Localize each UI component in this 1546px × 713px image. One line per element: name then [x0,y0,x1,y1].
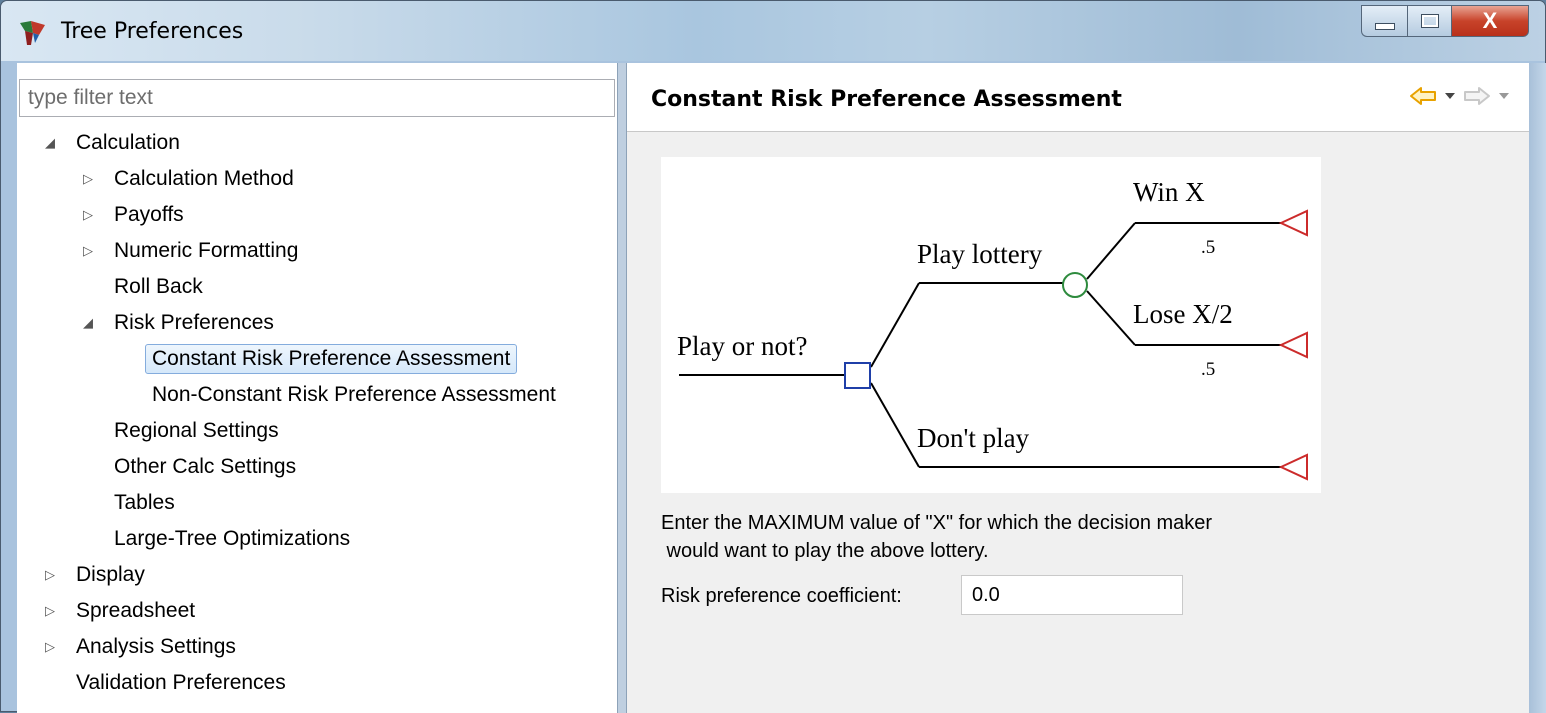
tree-item-label: Risk Preferences [114,311,274,334]
tree-item[interactable]: Tables [77,487,182,519]
forward-arrow-icon [1464,87,1490,105]
tree-item-label: Other Calc Settings [114,455,297,478]
page-navigation [1409,85,1511,107]
client-area: ◢Calculation▷Calculation Method▷Payoffs▷… [17,63,1529,713]
tree-item[interactable]: Roll Back [77,271,210,303]
collapsed-triangle-icon[interactable]: ▷ [39,567,61,583]
forward-history-dropdown[interactable] [1497,85,1511,107]
decision-node [844,362,871,389]
tree-item-label: Constant Risk Preference Assessment [145,344,518,374]
chance-node [1062,272,1088,298]
chevron-down-icon [1445,93,1455,99]
coefficient-label: Risk preference coefficient: [661,585,902,607]
probability-lose: .5 [1201,359,1215,380]
tree-item-label: Validation Preferences [76,671,286,694]
collapsed-triangle-icon[interactable]: ▷ [77,171,99,187]
tree-item-label: Non-Constant Risk Preference Assessment [152,383,556,406]
back-arrow-icon [1410,87,1436,105]
tree-item-label: Numeric Formatting [114,239,299,262]
expanded-triangle-icon[interactable]: ◢ [77,315,99,331]
collapsed-triangle-icon[interactable]: ▷ [77,207,99,223]
preferences-window: Tree Preferences X ◢ Calculation ▷ Calculat… [0,0,1546,713]
filter-input[interactable] [19,79,615,117]
tree-item[interactable]: Other Calc Settings [77,451,303,483]
minimize-icon [1374,22,1395,30]
coefficient-input[interactable] [961,575,1183,615]
collapsed-triangle-icon[interactable]: ▷ [77,243,99,259]
branch-play-label: Play lottery [917,239,1043,269]
tree-item-label: Calculation [76,131,180,154]
forward-button[interactable] [1463,85,1491,107]
decision-label: Play or not? [677,331,807,361]
terminal-node-dont-play [1278,453,1308,481]
title-bar[interactable]: Tree Preferences X [1,1,1545,61]
tree-item-label: Calculation Method [114,167,294,190]
tree-item[interactable]: ◢ Risk Preferences [77,307,281,339]
outcome-win-label: Win X [1133,177,1205,207]
tree-item[interactable]: ▷ Calculation Method [77,163,301,195]
preferences-navigator: ◢Calculation▷Calculation Method▷Payoffs▷… [17,63,617,713]
maximize-icon [1420,14,1439,28]
instruction-line-1: Enter the MAXIMUM value of "X" for which… [661,512,1213,534]
window-border [1529,63,1546,713]
tree-item[interactable]: Constant Risk Preference Assessment [115,343,518,375]
outcome-lose-label: Lose X/2 [1133,299,1233,329]
close-button[interactable]: X [1451,5,1529,37]
tree-item[interactable]: ▷ Spreadsheet [39,595,202,627]
instruction-text: Enter the MAXIMUM value of "X" for which… [661,509,1212,565]
tree-item[interactable]: Validation Preferences [39,667,293,699]
window-title: Tree Preferences [61,19,244,44]
minimize-button[interactable] [1361,5,1407,37]
page-header: Constant Risk Preference Assessment [627,63,1529,132]
tree-item[interactable]: ▷ Analysis Settings [39,631,243,663]
tree-item-label: Analysis Settings [76,635,236,658]
tree-item[interactable]: Regional Settings [77,415,286,447]
instruction-line-2: would want to play the above lottery. [661,540,989,562]
tree-item[interactable]: ◢ Calculation [39,127,187,159]
tree-item[interactable]: Non-Constant Risk Preference Assessment [115,379,563,411]
tree-item[interactable]: ▷ Numeric Formatting [77,235,305,267]
tree-item-label: Regional Settings [114,419,279,442]
tree-item-label: Display [76,563,145,586]
back-history-dropdown[interactable] [1443,85,1457,107]
pane-splitter[interactable] [617,63,627,713]
tree-item-label: Payoffs [114,203,184,226]
tree-item-label: Tables [114,491,175,514]
back-button[interactable] [1409,85,1437,107]
probability-win: .5 [1201,237,1215,258]
terminal-node-lose [1278,331,1308,359]
page-title: Constant Risk Preference Assessment [651,87,1122,112]
window-controls: X [1361,5,1529,39]
branch-dont-play-label: Don't play [917,423,1030,453]
tree-item-label: Spreadsheet [76,599,196,622]
app-tree-icon [20,21,45,45]
chevron-down-icon [1499,93,1509,99]
preference-page: Constant Risk Preference Assessment Play… [627,63,1529,713]
expanded-triangle-icon[interactable]: ◢ [39,135,61,151]
tree-item-label: Roll Back [114,275,203,298]
lottery-decision-tree-diagram: Play or not? Play lottery Don't play Win… [661,157,1321,493]
tree-item[interactable]: ▷ Display [39,559,152,591]
collapsed-triangle-icon[interactable]: ▷ [39,603,61,619]
tree-item-label: Large-Tree Optimizations [114,527,351,550]
tree-item[interactable]: Large-Tree Optimizations [77,523,357,555]
collapsed-triangle-icon[interactable]: ▷ [39,639,61,655]
tree-item[interactable]: ▷ Payoffs [77,199,191,231]
terminal-node-win [1278,209,1308,237]
maximize-button[interactable] [1407,5,1451,37]
close-icon: X [1482,8,1498,33]
